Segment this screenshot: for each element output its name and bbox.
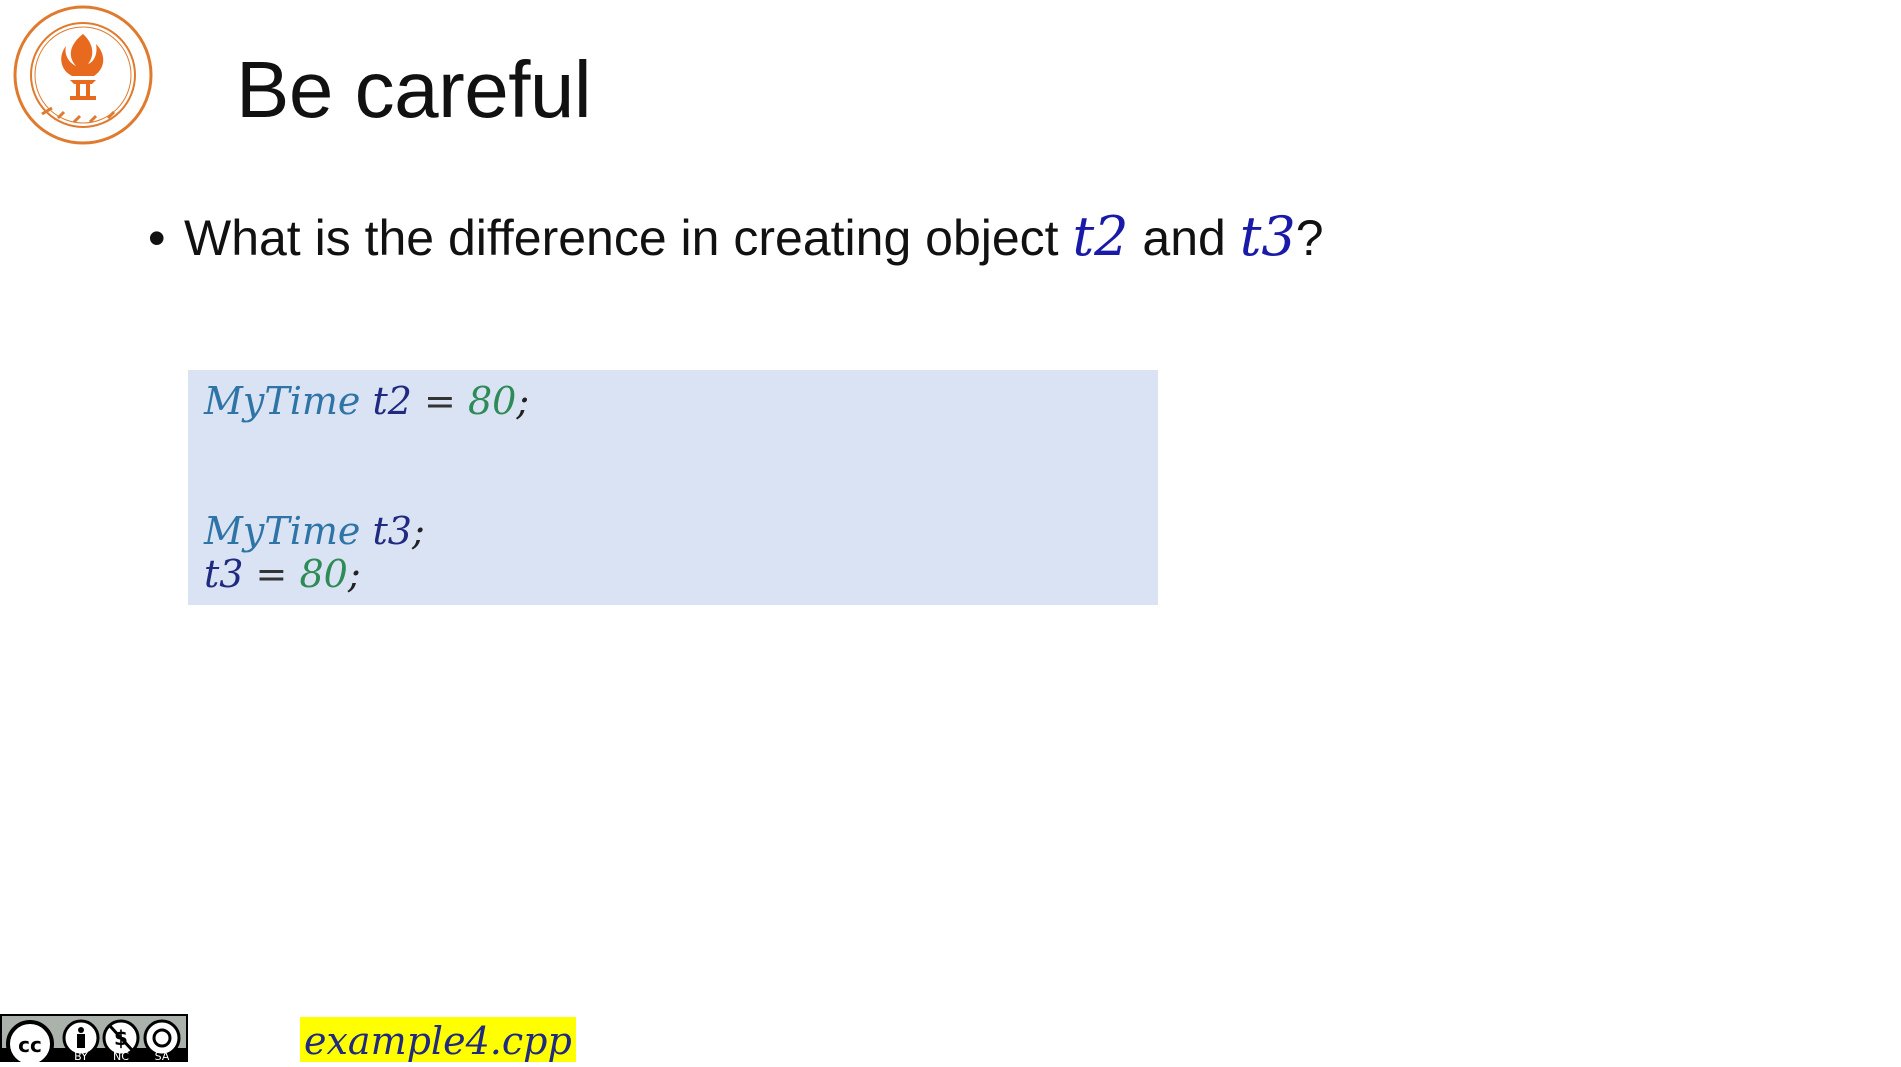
- bullet-dot-icon: •: [148, 210, 166, 266]
- slide-title: Be careful: [236, 45, 592, 134]
- example-filename: example4.cpp: [300, 1017, 576, 1063]
- code-line-2: MyTime t3;: [204, 508, 425, 554]
- code-number: 80: [467, 379, 517, 423]
- license-sa-label: SA: [155, 1050, 170, 1062]
- license-nc-label: NC: [113, 1050, 129, 1062]
- code-var: t2: [372, 379, 412, 423]
- code-number: 80: [299, 552, 348, 596]
- code-semicolon: ;: [411, 509, 425, 553]
- code-block: MyTime t2 = 80; MyTime t3; t3 = 80;: [188, 370, 1158, 605]
- bullet-text-after: ?: [1295, 210, 1324, 266]
- svg-text:cc: cc: [18, 1033, 42, 1057]
- bullet-text-before: What is the difference in creating objec…: [184, 210, 1073, 266]
- code-var: t3: [372, 509, 412, 553]
- code-semicolon: ;: [516, 379, 530, 423]
- bullet-question: • What is the difference in creating obje…: [148, 206, 1324, 269]
- code-var: t3: [204, 552, 244, 596]
- code-type: MyTime: [204, 379, 361, 423]
- bullet-text-middle: and: [1128, 210, 1240, 266]
- license-by-label: BY: [74, 1050, 88, 1062]
- code-line-1: MyTime t2 = 80;: [204, 378, 529, 424]
- university-logo-icon: [12, 4, 154, 146]
- creative-commons-icon: cc $ BY NC SA: [0, 1014, 188, 1067]
- code-type: MyTime: [204, 509, 361, 553]
- code-operator: =: [424, 379, 456, 423]
- bullet-var-t2: t2: [1072, 205, 1129, 268]
- bullet-var-t3: t3: [1239, 205, 1296, 268]
- code-operator: =: [255, 552, 288, 596]
- code-line-3: t3 = 80;: [204, 551, 361, 597]
- code-semicolon: ;: [347, 552, 361, 596]
